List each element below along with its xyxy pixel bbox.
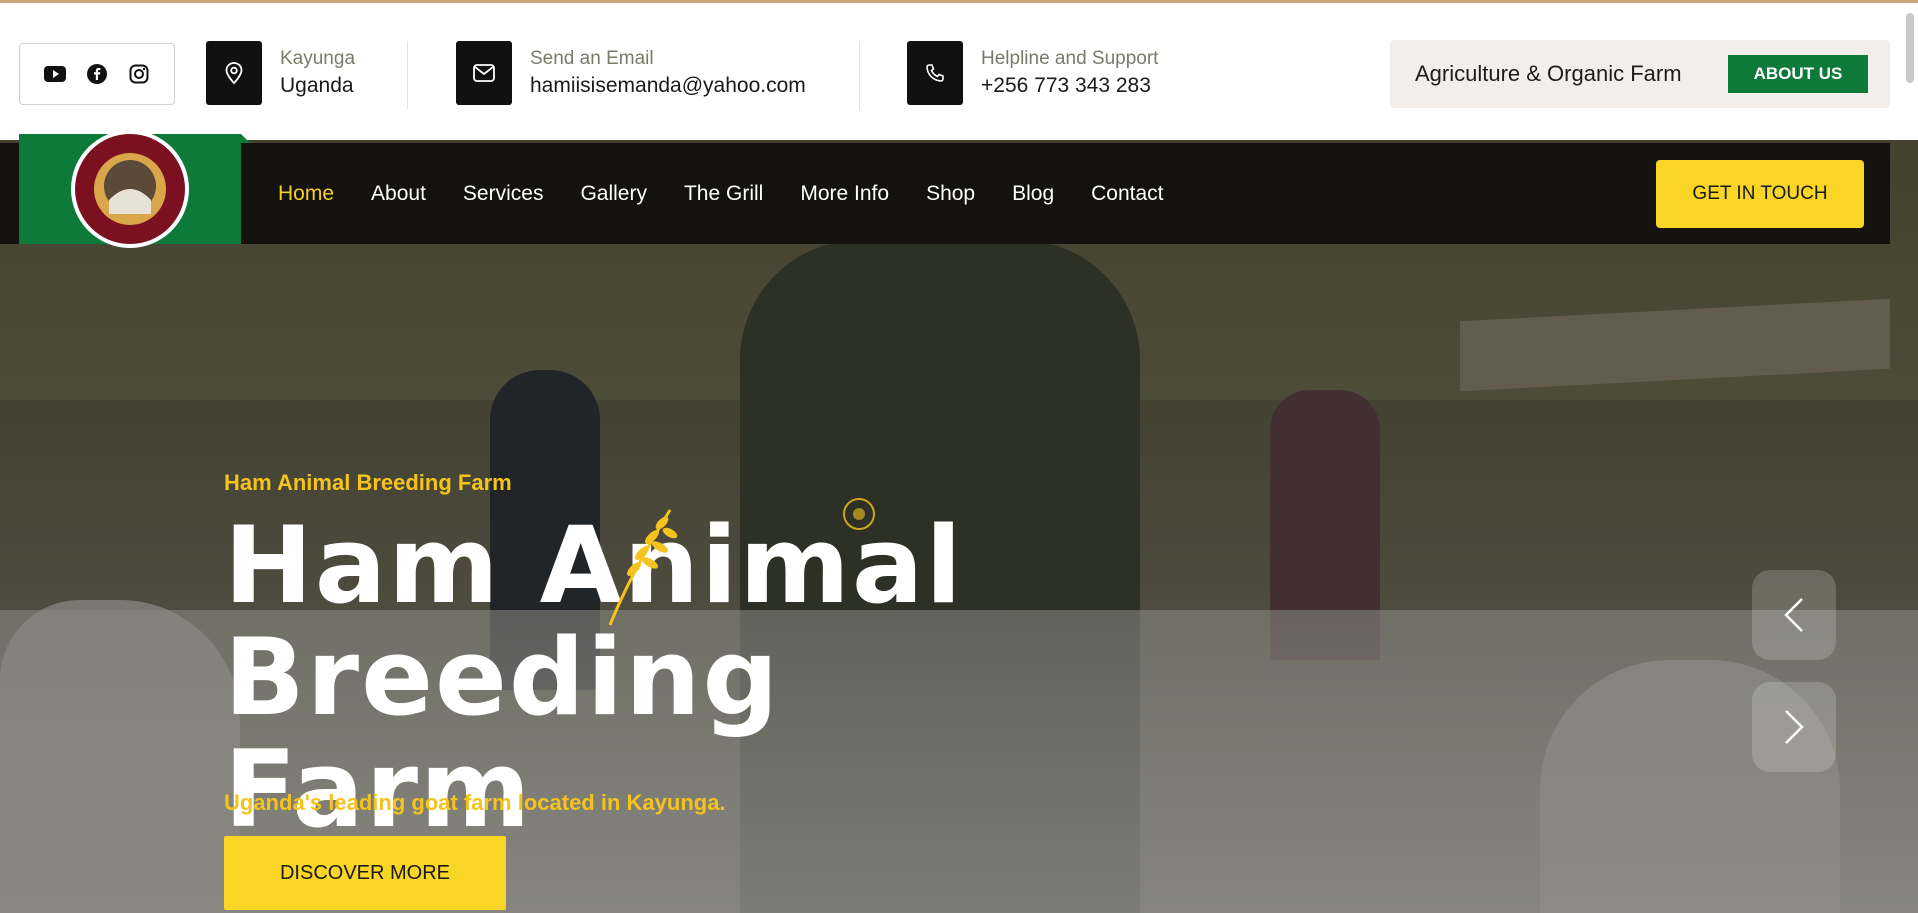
slider-next-button[interactable] xyxy=(1752,682,1836,772)
email-link[interactable]: hamiisisemanda@yahoo.com xyxy=(530,72,806,100)
divider xyxy=(407,41,408,109)
phone-icon xyxy=(907,41,963,105)
chevron-left-icon xyxy=(1784,598,1803,632)
chevron-right-icon xyxy=(1785,710,1804,744)
slider-prev-button[interactable] xyxy=(1752,570,1836,660)
decorative-ring-icon xyxy=(843,498,875,530)
envelope-icon xyxy=(456,41,512,105)
wheat-icon xyxy=(608,509,678,626)
instagram-icon[interactable] xyxy=(126,61,152,87)
phone-label: Helpline and Support xyxy=(981,48,1159,69)
email-label: Send an Email xyxy=(530,48,654,69)
location-info: Kayunga Uganda xyxy=(206,41,355,105)
nav-item-contact[interactable]: Contact xyxy=(1091,182,1163,206)
main-nav: Home About Services Gallery The Grill Mo… xyxy=(278,143,1201,244)
hero-subline: Uganda's leading goat farm located in Ka… xyxy=(224,790,726,815)
about-us-button[interactable]: ABOUT US xyxy=(1728,55,1868,93)
phone-info: Helpline and Support +256 773 343 283 xyxy=(907,41,1158,105)
facebook-icon[interactable] xyxy=(84,61,110,87)
nav-item-gallery[interactable]: Gallery xyxy=(580,182,647,206)
divider xyxy=(859,41,860,109)
scrollbar-thumb[interactable] xyxy=(1906,13,1914,83)
social-links xyxy=(19,43,175,105)
logo[interactable] xyxy=(19,130,250,248)
promo-text: Agriculture & Organic Farm xyxy=(1415,61,1682,86)
youtube-icon[interactable] xyxy=(42,61,68,87)
hero-eyebrow: Ham Animal Breeding Farm xyxy=(224,470,512,495)
location-value: Uganda xyxy=(280,74,354,97)
email-info: Send an Email hamiisisemanda@yahoo.com xyxy=(456,41,806,105)
nav-item-more-info[interactable]: More Info xyxy=(800,182,889,206)
discover-more-button[interactable]: DISCOVER MORE xyxy=(224,836,506,910)
get-in-touch-button[interactable]: GET IN TOUCH xyxy=(1656,160,1864,228)
nav-item-services[interactable]: Services xyxy=(463,182,544,206)
nav-item-home[interactable]: Home xyxy=(278,182,334,206)
location-label: Kayunga xyxy=(280,48,356,69)
farm-logo-icon xyxy=(71,130,189,248)
top-info-bar: Kayunga Uganda Send an Email hamiisisema… xyxy=(0,0,1918,140)
nav-item-the-grill[interactable]: The Grill xyxy=(684,182,763,206)
nav-item-blog[interactable]: Blog xyxy=(1012,182,1054,206)
promo-box: Agriculture & Organic Farm ABOUT US xyxy=(1390,40,1890,108)
map-pin-icon xyxy=(206,41,262,105)
nav-item-about[interactable]: About xyxy=(371,182,426,206)
nav-item-shop[interactable]: Shop xyxy=(926,182,975,206)
phone-link[interactable]: +256 773 343 283 xyxy=(981,72,1158,100)
